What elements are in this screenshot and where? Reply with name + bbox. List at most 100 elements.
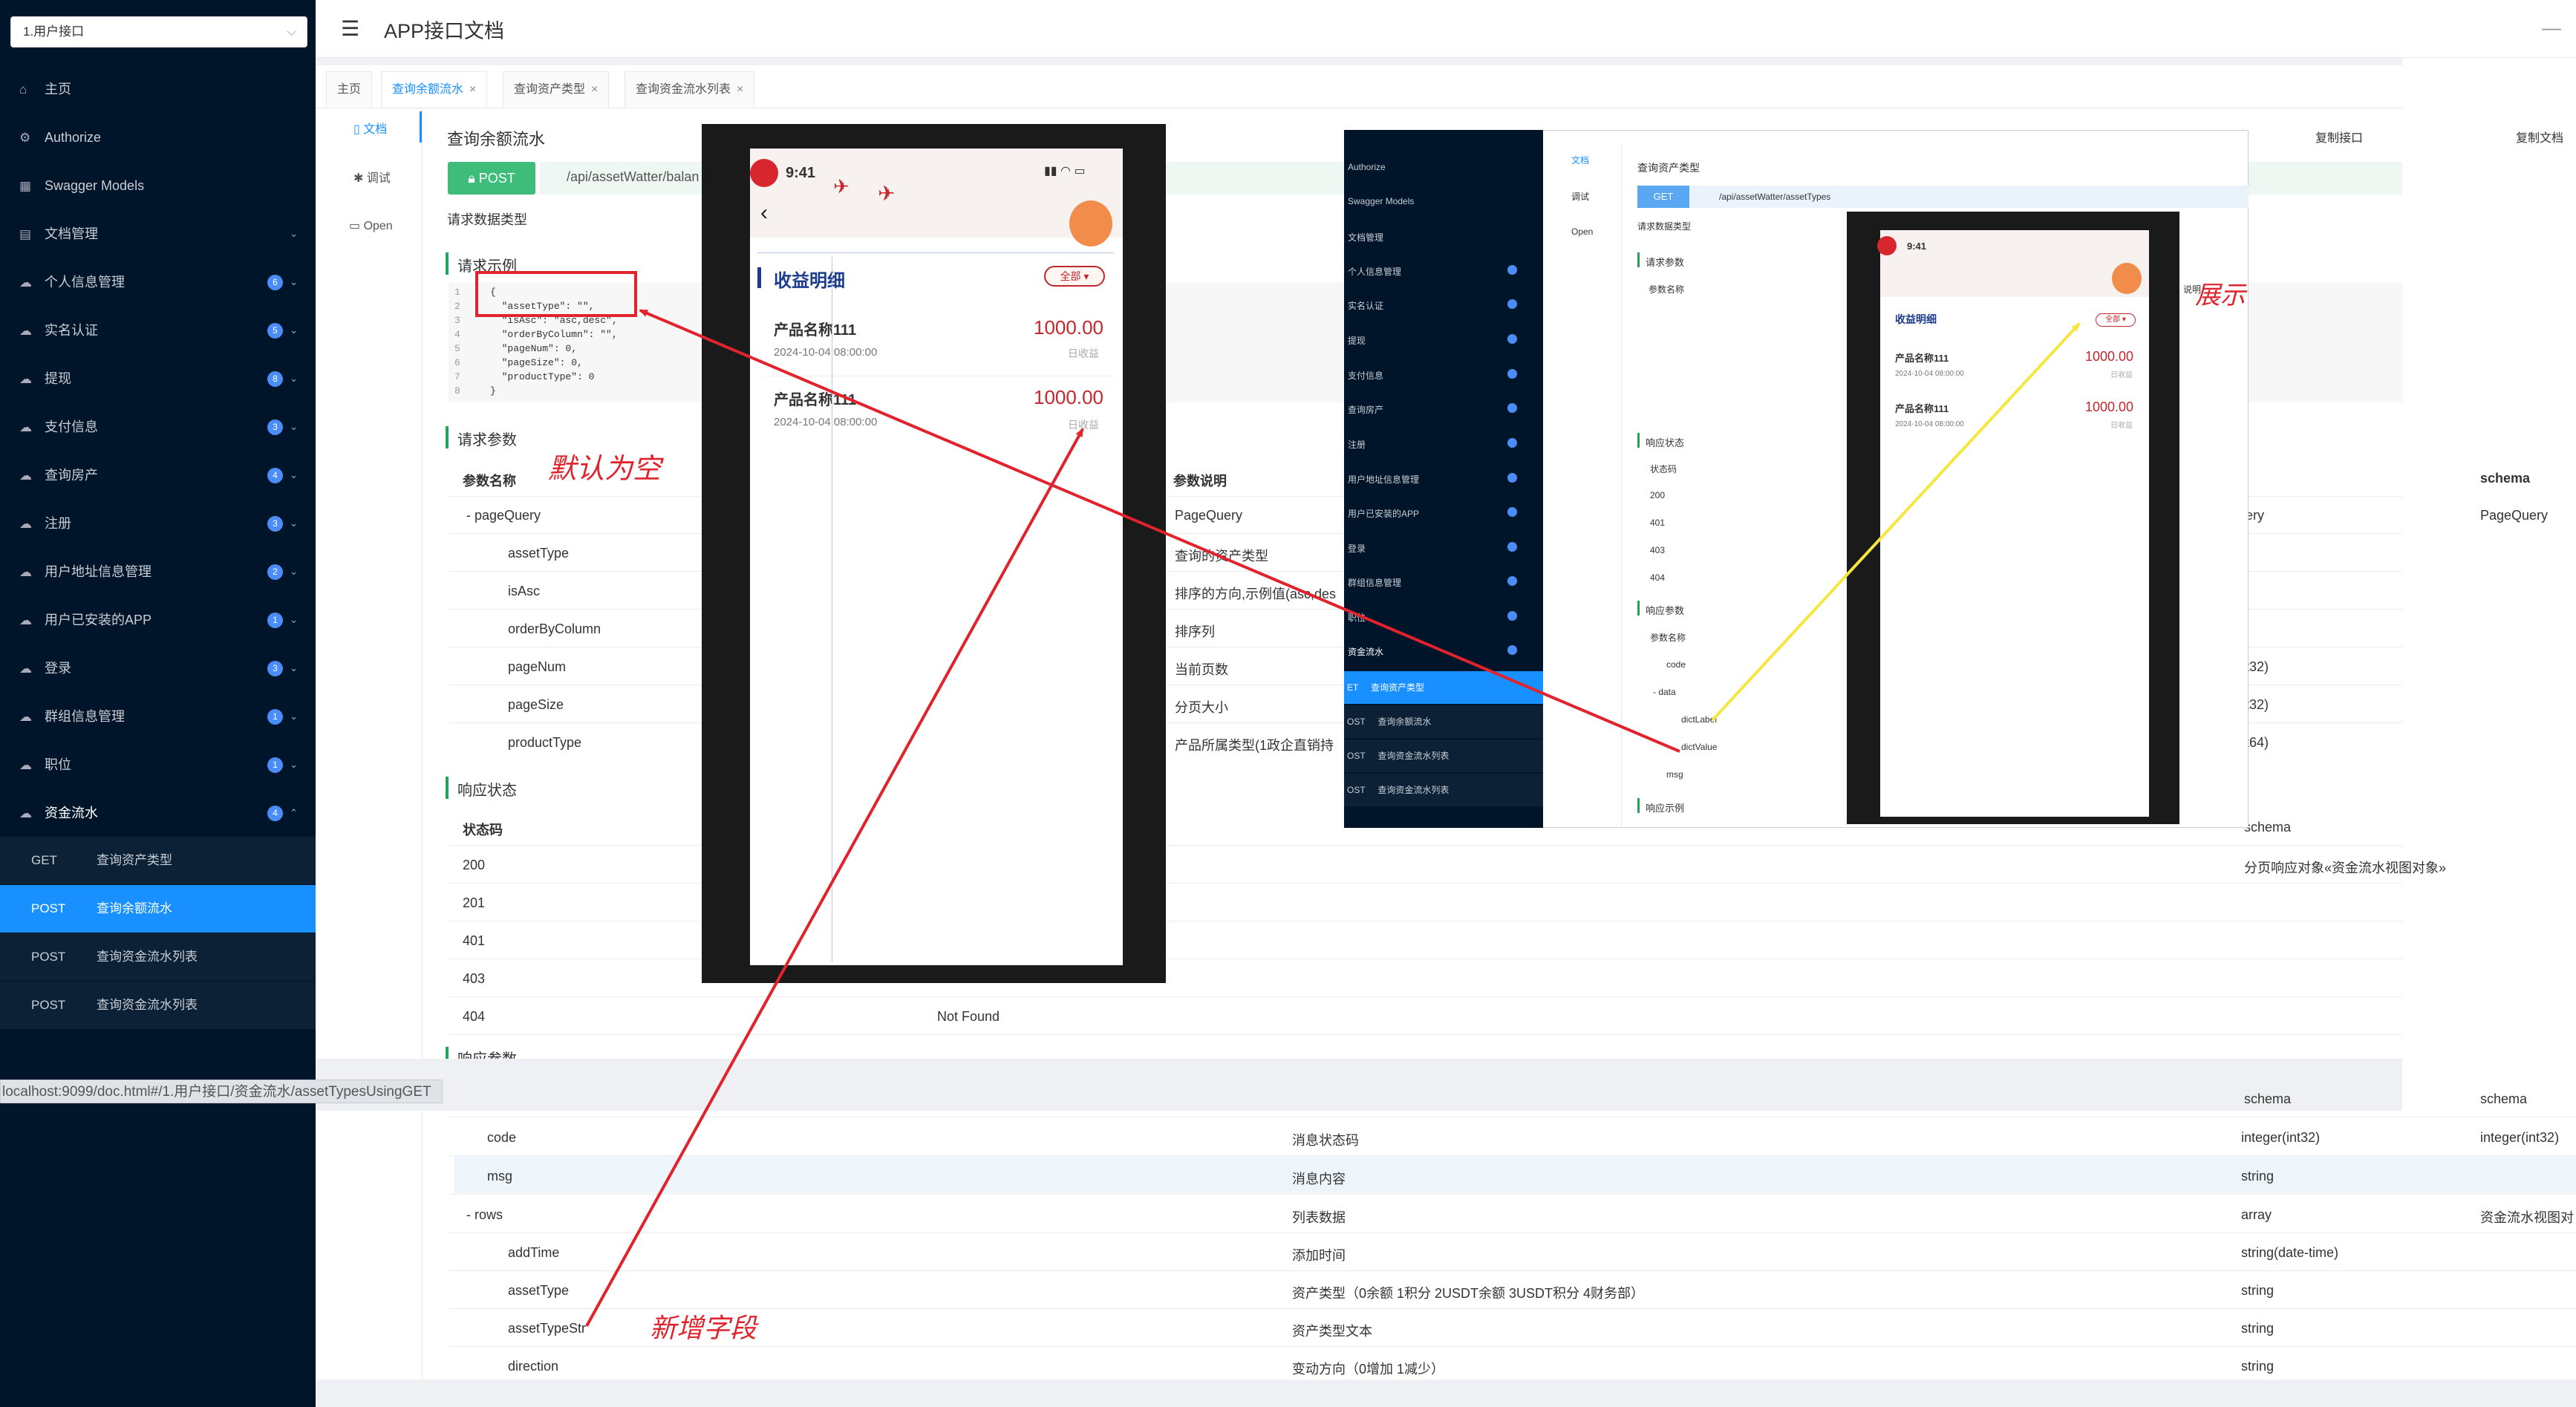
param-desc: 查询的资产类型	[1175, 549, 1268, 564]
sidebar-item-property[interactable]: ☁ 查询房产 4 ⌄	[0, 451, 316, 499]
product-amount: 1000.00	[1034, 316, 1103, 339]
cloud-icon: ☁	[19, 806, 32, 820]
doc-tab-doc[interactable]: ▯ 文档	[353, 119, 387, 137]
emb-method-badge: GET	[1637, 186, 1689, 208]
doc-tab-open[interactable]: ▭ Open	[349, 218, 393, 233]
sidebar-item-withdraw[interactable]: ☁ 提现 8 ⌄	[0, 355, 316, 402]
param-desc: 添加时间	[1292, 1248, 1346, 1263]
doc-tabs-divider	[422, 108, 423, 1407]
emb-product-date: 2024-10-04 08:00:00	[1895, 420, 1964, 428]
emb-sidebar-item: Swagger Models	[1348, 196, 1415, 206]
emb-sidebar-item: 注册	[1348, 440, 1366, 450]
chevron-down-icon: ⌄	[290, 228, 298, 239]
product-name: 产品名称111	[774, 322, 857, 339]
tab-balance-flow[interactable]: 查询余额流水 ×	[381, 71, 488, 107]
phone-screen: 9:41 ▮▮ ◠ ▭ ✈ ✈ ‹ 收益明细 全部 ▾ 产品名称111 1000…	[750, 148, 1123, 965]
filter-dropdown[interactable]: 全部 ▾	[1044, 266, 1105, 287]
param-type: string	[2241, 1359, 2275, 1374]
table-divider	[449, 1346, 2576, 1347]
emb-phone-screen: 9:41 收益明细 全部 ▾ 产品名称111 1000.00 2024-10-0…	[1877, 230, 2149, 817]
col-header-schema: schema	[2244, 820, 2292, 835]
sidebar-sub-balance-flow[interactable]: POST 查询余额流水	[0, 885, 316, 933]
tab-home[interactable]: 主页	[326, 71, 373, 107]
col-header-schema: schema	[2480, 471, 2531, 486]
close-icon[interactable]: ×	[591, 83, 598, 96]
signal-icon: ▮▮ ◠ ▭	[1044, 165, 1086, 177]
sidebar-item-address[interactable]: ☁ 用户地址信息管理 2 ⌄	[0, 548, 316, 595]
emb-phone-time: 9:41	[1907, 241, 1927, 252]
sidebar-item-register[interactable]: ☁ 注册 3 ⌄	[0, 500, 316, 547]
back-icon[interactable]: ‹	[760, 200, 768, 226]
request-params-title: 请求参数	[457, 432, 517, 448]
emb-badge	[1507, 334, 1517, 344]
sidebar-item-position[interactable]: ☁ 职位 1 ⌄	[0, 741, 316, 789]
emb-product-amount: 1000.00	[2085, 399, 2134, 414]
sidebar-item-group[interactable]: ☁ 群组信息管理 1 ⌄	[0, 693, 316, 740]
emb-resp-row: msg	[1666, 769, 1683, 780]
sidebar-item-swagger-models[interactable]: ▦ Swagger Models	[0, 162, 316, 209]
copy-doc-link[interactable]: 复制文档	[2516, 128, 2563, 146]
sidebar-item-login[interactable]: ☁ 登录 3 ⌄	[0, 644, 316, 692]
title-marker	[757, 267, 761, 288]
cloud-icon: ☁	[19, 613, 32, 627]
cloud-icon: ☁	[19, 662, 32, 676]
api-url: /api/assetWatter/balan	[567, 169, 700, 184]
sidebar-sub-fund-flow-list-2[interactable]: POST 查询资金流水列表	[0, 982, 316, 1029]
param-name: direction	[508, 1359, 559, 1374]
param-desc: 资产类型文本	[1292, 1324, 1372, 1339]
group-select[interactable]: 1.用户接口 ⌵	[10, 16, 307, 48]
col-header-schema: schema	[2480, 1091, 2528, 1106]
param-type: array	[2241, 1207, 2272, 1222]
count-badge: 1	[267, 613, 283, 628]
chevron-down-icon: ⌄	[290, 276, 298, 287]
menu-toggle-icon[interactable]: ☰	[341, 16, 359, 41]
param-type: t32)	[2246, 697, 2269, 712]
header-right-text: —	[2542, 16, 2561, 39]
product-date: 2024-10-04 08:00:00	[774, 346, 878, 359]
tab-fund-flow-list[interactable]: 查询资金流水列表 ×	[625, 71, 755, 107]
emb-badge	[1507, 403, 1517, 413]
sidebar-item-personal-info[interactable]: ☁ 个人信息管理 6 ⌄	[0, 258, 316, 306]
status-code: 201	[463, 895, 486, 910]
sidebar-sub-asset-types[interactable]: GET 查询资产类型	[0, 837, 316, 884]
doc-tab-debug[interactable]: ✱ 调试	[353, 168, 391, 186]
emb-sidebar-item: 个人信息管理	[1348, 267, 1402, 277]
param-type: string	[2241, 1283, 2275, 1298]
emb-badge	[1507, 645, 1517, 655]
phone-title: 收益明细	[774, 271, 845, 291]
sidebar-item-payment[interactable]: ☁ 支付信息 3 ⌄	[0, 403, 316, 451]
table-divider	[449, 1194, 2576, 1195]
line-number: 3	[454, 315, 460, 326]
param-schema: integer(int32)	[2480, 1130, 2560, 1145]
line-number: 6	[454, 357, 460, 368]
line-number: 5	[454, 343, 460, 354]
emb-sidebar-item: 用户已安装的APP	[1348, 509, 1420, 519]
code-line: "pageSize": 0,	[490, 357, 583, 368]
emb-resp-row: - data	[1653, 687, 1676, 697]
param-type: string	[2241, 1321, 2275, 1336]
param-name: assetType	[508, 546, 570, 561]
emb-badge	[1507, 473, 1517, 483]
close-icon[interactable]: ×	[469, 83, 476, 96]
copy-interface-link[interactable]: 复制接口	[2315, 128, 2363, 146]
status-code: 404	[463, 1009, 486, 1024]
chevron-down-icon: ⌄	[290, 759, 298, 770]
param-type: string(date-time)	[2241, 1245, 2339, 1260]
sidebar-item-authorize[interactable]: ⚙ Authorize	[0, 114, 316, 161]
tab-asset-types[interactable]: 查询资产类型 ×	[503, 71, 610, 107]
emb-response-example: 响应示例	[1646, 803, 1685, 814]
sidebar-item-installed-app[interactable]: ☁ 用户已安装的APP 1 ⌄	[0, 596, 316, 644]
sidebar-sub-fund-flow-list[interactable]: POST 查询资金流水列表	[0, 933, 316, 981]
count-badge: 1	[267, 757, 283, 773]
group-select-value: 1.用户接口	[23, 25, 85, 39]
sidebar-item-fund-flow[interactable]: ☁ 资金流水 4 ⌃	[0, 789, 316, 837]
sidebar-item-doc-management[interactable]: ▤ 文档管理 ⌄	[0, 210, 316, 258]
sidebar-item-home[interactable]: ⌂ 主页	[0, 65, 316, 113]
close-icon[interactable]: ×	[737, 83, 743, 96]
emb-sub-item: OST 查询资金流水列表	[1344, 740, 1543, 772]
col-header-param-name: 参数名称	[463, 474, 516, 489]
count-badge: 8	[267, 371, 283, 387]
param-desc: 消息状态码	[1292, 1133, 1359, 1148]
doc-tab-indicator	[420, 111, 422, 143]
sidebar-item-real-name[interactable]: ☁ 实名认证 5 ⌄	[0, 307, 316, 354]
